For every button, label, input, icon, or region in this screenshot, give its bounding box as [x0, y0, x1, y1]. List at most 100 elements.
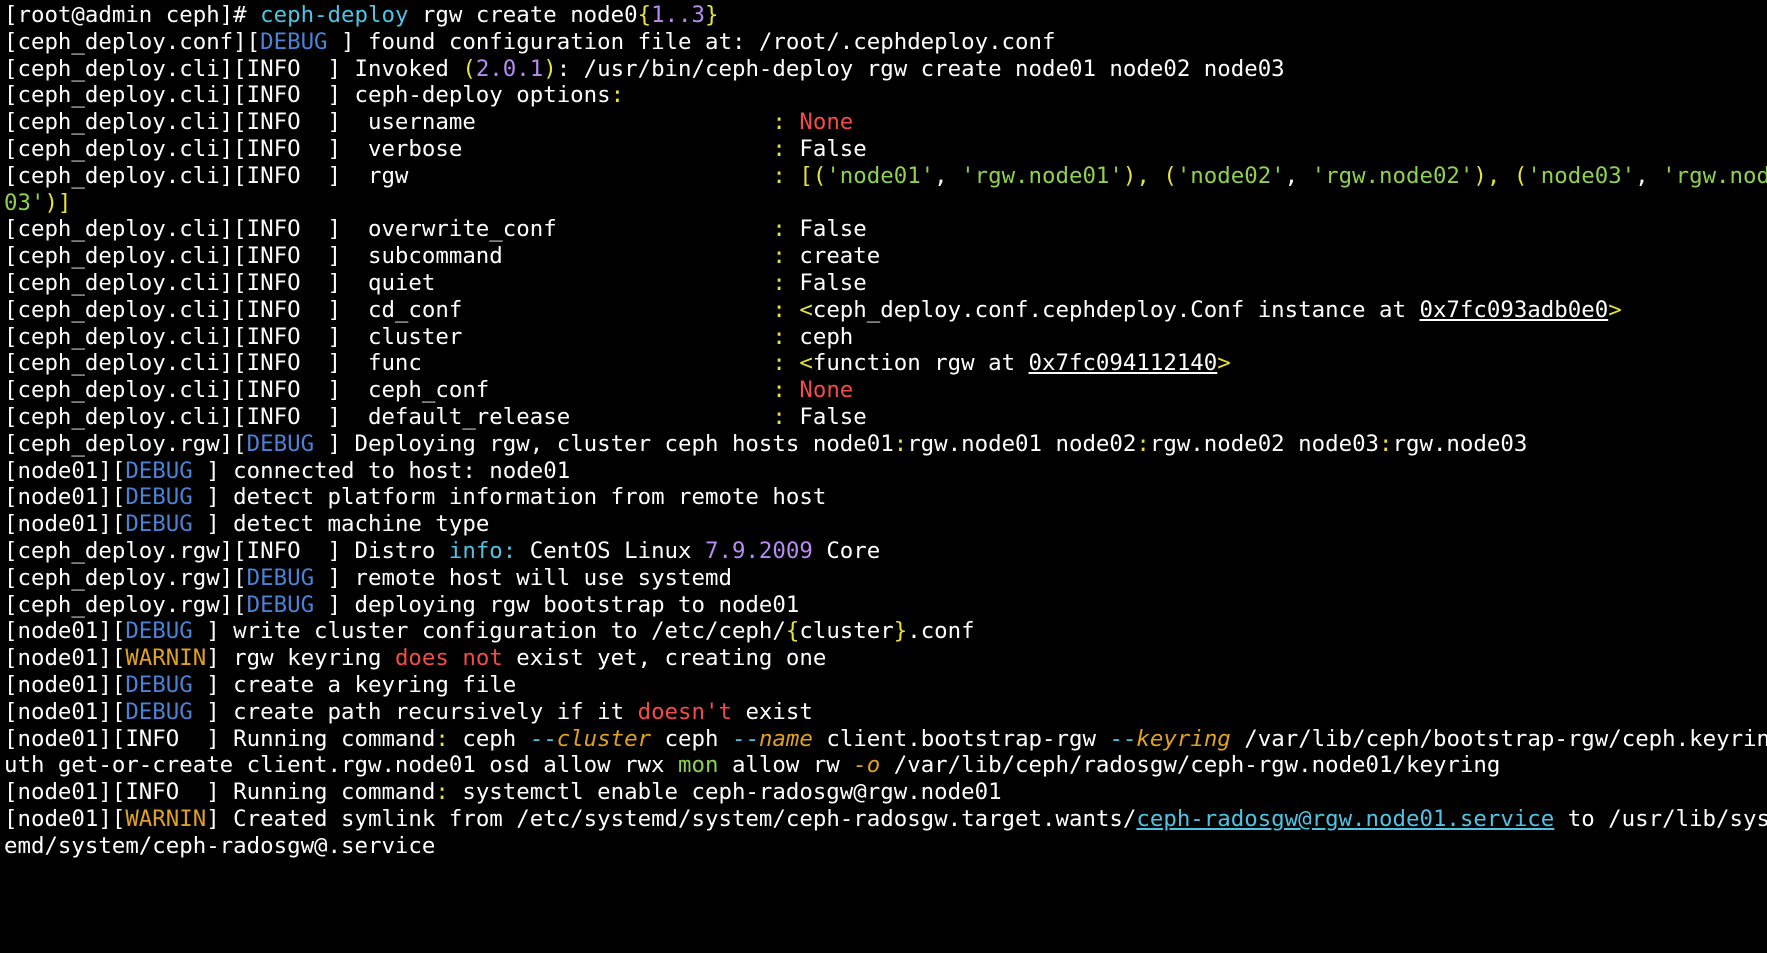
terminal-text-segment: ) — [543, 55, 557, 82]
terminal-line: [root@admin ceph]# ceph-deploy rgw creat… — [4, 2, 1767, 29]
terminal-text-segment: < — [799, 296, 813, 323]
terminal-text-segment: name — [758, 725, 813, 752]
terminal-text-segment: /var/lib/ceph/bootstrap-rgw/ceph.keyring… — [1230, 725, 1767, 752]
terminal-text-segment: > — [1608, 296, 1622, 323]
terminal-text-segment: WARNIN — [125, 645, 207, 672]
terminal-text-segment: [node01][ — [4, 484, 126, 511]
terminal-text-segment: < — [799, 350, 813, 377]
terminal-text-segment: : — [435, 779, 449, 806]
terminal-line: [node01][DEBUG ] detect machine type — [4, 511, 1767, 538]
terminal-text-segment: [ceph_deploy.cli][INFO ] ceph_conf — [4, 377, 773, 404]
terminal-text-segment: False — [799, 269, 867, 296]
terminal-text-segment: False — [799, 135, 867, 162]
terminal-line: [ceph_deploy.cli][INFO ] cd_conf : <ceph… — [4, 297, 1767, 324]
terminal-text-segment: ceph-deploy — [260, 2, 409, 28]
terminal-text-segment: [root@admin ceph]# — [4, 2, 261, 28]
terminal-text-segment: DEBUG — [125, 457, 193, 484]
terminal-text-segment: DEBUG — [260, 28, 328, 55]
terminal-text-segment: DEBUG — [125, 618, 193, 645]
terminal-text-segment: [node01][ — [4, 645, 126, 672]
terminal-text-segment: 'rgw.node01' — [961, 162, 1123, 189]
terminal-text-segment: [node01][INFO ] Running command — [4, 725, 436, 752]
terminal-text-segment: 'node01' — [826, 162, 935, 189]
terminal-text-segment: [ceph_deploy.cli][INFO ] rgw — [4, 162, 773, 189]
terminal-text-segment: ] Deploying rgw, cluster ceph hosts node… — [314, 430, 894, 457]
terminal-text-segment: : — [772, 377, 800, 404]
terminal-text-segment: [ceph_deploy.cli][INFO ] Invoked — [4, 55, 463, 82]
terminal-line: [node01][INFO ] Running command: ceph --… — [4, 726, 1767, 753]
terminal-text-segment: : — [772, 403, 800, 430]
terminal-text-segment: None — [799, 109, 854, 136]
terminal-line: [node01][DEBUG ] write cluster configura… — [4, 618, 1767, 645]
terminal-line: [ceph_deploy.cli][INFO ] overwrite_conf … — [4, 216, 1767, 243]
terminal-text-segment: mon — [678, 752, 719, 779]
terminal-text-segment: rgw.node02 node03 — [1149, 430, 1380, 457]
terminal-text-segment: ] connected to host: node01 — [192, 457, 571, 484]
terminal-text-segment: 'node02' — [1176, 162, 1285, 189]
terminal-text-segment[interactable]: 0x7fc094112140 — [1029, 350, 1218, 376]
terminal-text-segment: [ceph_deploy.cli][INFO ] ceph-deploy opt… — [4, 82, 611, 109]
terminal-text-segment: None — [799, 377, 854, 404]
terminal-text-segment: ] detect machine type — [192, 511, 490, 538]
terminal-text-segment: DEBUG — [125, 671, 193, 698]
terminal-text-segment: ] Created symlink from /etc/systemd/syst… — [206, 805, 1137, 832]
terminal-text-segment: 03' — [4, 189, 45, 216]
terminal-line: [ceph_deploy.cli][INFO ] Invoked (2.0.1)… — [4, 56, 1767, 83]
terminal-text-segment: exist — [731, 698, 813, 725]
terminal-text-segment: cluster — [799, 618, 894, 645]
terminal-text-segment: [ceph_deploy.cli][INFO ] username — [4, 109, 773, 136]
terminal-text-segment: 'rgw.node02' — [1311, 162, 1474, 189]
terminal-text-segment: ), ( — [1473, 162, 1528, 189]
terminal-text-segment: [node01][ — [4, 511, 126, 538]
terminal-text-segment: uth get-or-create client.rgw.node01 osd … — [4, 752, 679, 779]
terminal-text-segment: .conf — [907, 618, 975, 645]
terminal-text-segment: [ceph_deploy.rgw][ — [4, 591, 247, 618]
terminal-text-segment[interactable]: 0x7fc093adb0e0 — [1419, 297, 1608, 323]
terminal-text-segment: [ceph_deploy.cli][INFO ] quiet — [4, 269, 773, 296]
terminal-text-segment: [node01][ — [4, 698, 126, 725]
terminal-text-segment: /var/lib/ceph/radosgw/ceph-rgw.node01/ke… — [880, 752, 1501, 779]
terminal-text-segment: ] write cluster configuration to /etc/ce… — [192, 618, 786, 645]
terminal-text-segment: -- — [1109, 725, 1137, 752]
terminal-text-segment: DEBUG — [125, 484, 193, 511]
terminal-text-segment[interactable]: ceph-radosgw@rgw.node01.service — [1136, 806, 1554, 832]
terminal-text-segment: ceph — [651, 725, 732, 752]
terminal-line: [ceph_deploy.cli][INFO ] default_release… — [4, 404, 1767, 431]
terminal-text-segment: -- — [529, 725, 557, 752]
terminal-line: [ceph_deploy.cli][INFO ] func : <functio… — [4, 350, 1767, 377]
terminal-text-segment: : [( — [772, 162, 827, 189]
terminal-text-segment: to /usr/lib/syst — [1554, 805, 1767, 832]
terminal-text-segment: client.bootstrap-rgw — [812, 725, 1110, 752]
terminal-text-segment: } — [893, 618, 908, 645]
terminal-text-segment: ] create a keyring file — [192, 671, 517, 698]
terminal-text-segment: , — [934, 162, 962, 189]
terminal-text-segment: [ceph_deploy.conf][ — [4, 28, 261, 55]
terminal-text-segment: : — [772, 350, 800, 377]
terminal-text-segment: , — [1284, 162, 1312, 189]
terminal-text-segment: DEBUG — [246, 430, 315, 457]
terminal-text-segment: rgw create node0 — [408, 2, 638, 28]
terminal-window[interactable]: [root@admin ceph]# ceph-deploy rgw creat… — [0, 0, 1767, 953]
terminal-line: [node01][WARNIN] rgw keyring does not ex… — [4, 645, 1767, 672]
terminal-text-segment: exist yet, creating one — [502, 645, 827, 672]
terminal-text-segment: , — [1635, 162, 1663, 189]
terminal-text-segment: )] — [44, 189, 72, 216]
terminal-text-segment: DEBUG — [246, 591, 315, 618]
terminal-text-segment: { — [785, 618, 800, 645]
terminal-text-segment: function rgw at — [812, 350, 1029, 377]
terminal-text-segment: WARNIN — [125, 805, 207, 832]
terminal-text-segment: [ceph_deploy.cli][INFO ] default_release — [4, 403, 773, 430]
terminal-text-segment: ] found configuration file at: /root/.ce… — [327, 28, 1056, 55]
terminal-text-segment: : — [772, 323, 800, 350]
terminal-text-segment: [node01][ — [4, 457, 126, 484]
terminal-text-segment: ] detect platform information from remot… — [192, 484, 827, 511]
terminal-text-segment: systemctl enable ceph-radosgw@rgw.node01 — [448, 779, 1002, 806]
terminal-text-segment: ), ( — [1122, 162, 1177, 189]
terminal-text-segment: : — [772, 243, 800, 270]
terminal-text-segment: [ceph_deploy.rgw][ — [4, 564, 247, 591]
terminal-line: [ceph_deploy.cli][INFO ] quiet : False — [4, 270, 1767, 297]
terminal-text-segment: [ceph_deploy.cli][INFO ] overwrite_conf — [4, 216, 773, 243]
terminal-text-segment: [node01][INFO ] Running command — [4, 779, 436, 806]
terminal-text-segment: 2.0.1 — [475, 55, 544, 82]
terminal-text-segment: : — [772, 135, 800, 162]
